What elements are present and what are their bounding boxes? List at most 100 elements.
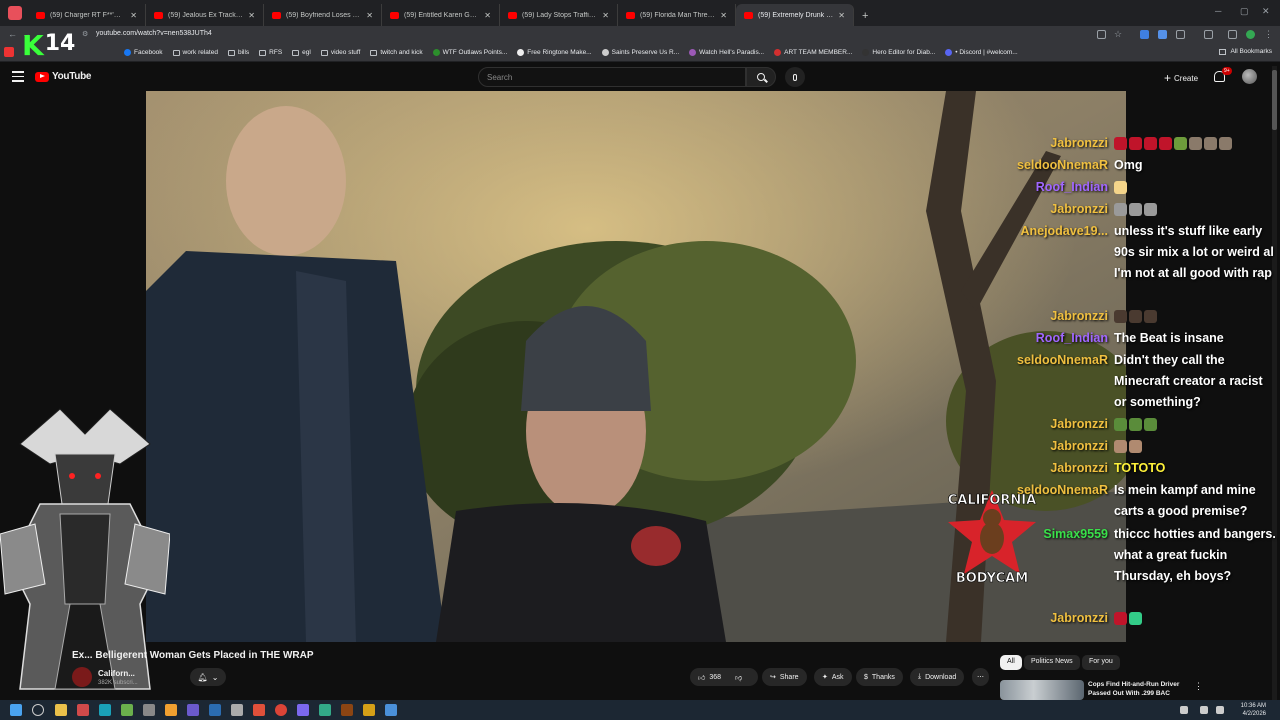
all-bookmarks-button[interactable]: All Bookmarks xyxy=(1219,48,1272,55)
bookmark-item[interactable]: • Discord | #welcom... xyxy=(945,49,1018,56)
search-button[interactable] xyxy=(746,67,776,87)
browser-menu-icon[interactable] xyxy=(8,6,22,20)
site-info-icon[interactable]: ⚙ xyxy=(82,30,88,38)
like-count[interactable]: 368 xyxy=(709,674,721,681)
browser-tab[interactable]: (59) Entitled Karen Goes Ballis ✕ xyxy=(382,4,500,26)
youtube-logo[interactable]: YouTube xyxy=(35,71,92,82)
close-tab-icon[interactable]: ✕ xyxy=(484,11,491,20)
browser-tab[interactable]: (59) Jealous Ex Tracks His Loca ✕ xyxy=(146,4,264,26)
bookmark-item[interactable]: Saints Preserve Us R... xyxy=(601,49,679,56)
new-tab-button[interactable]: + xyxy=(854,10,874,26)
install-app-icon[interactable] xyxy=(1097,30,1106,39)
url-field[interactable]: youtube.com/watch?v=nen538JUTh4 xyxy=(96,30,212,37)
system-clock[interactable]: 10:36 AM 4/2/2026 xyxy=(1241,702,1266,718)
chip-politics-news[interactable]: Politics News xyxy=(1024,655,1080,670)
close-tab-icon[interactable]: ✕ xyxy=(602,11,609,20)
extension-icon[interactable] xyxy=(1140,30,1149,39)
app-icon[interactable] xyxy=(341,704,353,716)
bookmark-star-icon[interactable]: ☆ xyxy=(1114,29,1122,40)
bookmark-item[interactable]: bills xyxy=(227,49,249,56)
close-tab-icon[interactable]: ✕ xyxy=(720,11,727,20)
voice-search-button[interactable] xyxy=(785,67,805,87)
volume-icon[interactable] xyxy=(1216,706,1224,714)
close-window-icon[interactable]: ✕ xyxy=(1262,6,1270,17)
dislike-icon[interactable]: 👎︎ xyxy=(735,673,742,682)
app-icon[interactable] xyxy=(385,704,397,716)
file-explorer-icon[interactable] xyxy=(55,704,67,716)
youtube-favicon-icon xyxy=(744,11,753,19)
search-taskbar-icon[interactable] xyxy=(32,704,44,716)
thanks-button[interactable]: $ Thanks xyxy=(856,668,903,686)
channel-avatar[interactable] xyxy=(72,667,92,687)
recommended-video-title[interactable]: Cops Find Hit-and-Run Driver Passed Out … xyxy=(1088,680,1198,698)
browser-tab[interactable]: (59) Lady Stops Traffic to Help ✕ xyxy=(500,4,618,26)
more-actions-button[interactable]: ⋯ xyxy=(972,668,989,686)
bookmark-label: Free Ringtone Make... xyxy=(527,49,592,56)
browser-tab[interactable]: (59) Florida Man Threatens Offi ✕ xyxy=(618,4,736,26)
bookmark-item[interactable]: ART TEAM MEMBER... xyxy=(774,49,852,56)
side-panel-icon[interactable] xyxy=(1228,30,1237,39)
app-icon[interactable] xyxy=(143,704,155,716)
app-icon[interactable] xyxy=(77,704,89,716)
back-icon[interactable]: ← xyxy=(8,29,17,39)
extensions-puzzle-icon[interactable] xyxy=(1176,30,1185,39)
download-button[interactable]: ⤓ Download xyxy=(910,668,965,686)
app-icon[interactable] xyxy=(99,704,111,716)
chrome-icon[interactable] xyxy=(275,704,287,716)
app-icon[interactable] xyxy=(187,704,199,716)
bookmark-item[interactable]: egl xyxy=(292,49,311,56)
app-icon[interactable] xyxy=(209,704,221,716)
app-icon[interactable] xyxy=(297,704,309,716)
app-icon[interactable] xyxy=(319,704,331,716)
browser-tab[interactable]: (59) Extremely Drunk and Bellig ✕ xyxy=(736,4,854,26)
minimize-icon[interactable]: ─ xyxy=(1215,6,1221,16)
app-icon[interactable] xyxy=(363,704,375,716)
close-tab-icon[interactable]: ✕ xyxy=(838,11,845,20)
bookmark-item[interactable]: work related xyxy=(172,49,218,56)
bookmark-item[interactable]: WTF Outlaws Points... xyxy=(432,49,507,56)
bookmark-item[interactable]: Watch Hell's Paradis... xyxy=(689,49,764,56)
bookmark-item[interactable]: Hero Editor for Diab... xyxy=(862,49,935,56)
recommended-more-icon[interactable]: ⋮ xyxy=(1194,681,1203,692)
bookmark-item[interactable]: Free Ringtone Make... xyxy=(517,49,592,56)
downloads-icon[interactable] xyxy=(1204,30,1213,39)
app-icon[interactable] xyxy=(231,704,243,716)
account-avatar[interactable] xyxy=(1242,69,1257,84)
more-icon: ⋯ xyxy=(977,674,984,681)
start-icon[interactable] xyxy=(10,704,22,716)
profile-icon[interactable] xyxy=(1246,30,1255,39)
bookmark-item[interactable]: twitch and kick xyxy=(370,49,423,56)
chat-message: Roof_Indian The Beat is insane xyxy=(980,329,1274,351)
page-scrollbar-thumb[interactable] xyxy=(1272,70,1277,130)
chip-all[interactable]: All xyxy=(1000,655,1022,670)
tray-chevron-icon[interactable] xyxy=(1180,706,1188,714)
browser-tab[interactable]: (59) Charger RT F**'S UP Calif ✕ xyxy=(28,4,146,26)
bookmark-item[interactable]: video stuff xyxy=(320,49,360,56)
ask-button[interactable]: ✦ Ask xyxy=(814,668,852,686)
close-tab-icon[interactable]: ✕ xyxy=(248,11,255,20)
search-input[interactable]: Search xyxy=(478,67,746,87)
share-button[interactable]: ↪ Share xyxy=(762,668,807,686)
extension-icon[interactable] xyxy=(1158,30,1167,39)
maximize-icon[interactable]: ▢ xyxy=(1240,6,1249,17)
like-icon[interactable]: 👍︎ xyxy=(698,673,705,682)
bookmark-favicon-icon xyxy=(432,49,440,56)
close-tab-icon[interactable]: ✕ xyxy=(366,11,373,20)
menu-icon[interactable] xyxy=(12,71,24,85)
browser-tab[interactable]: (59) Boyfriend Loses It After He ✕ xyxy=(264,4,382,26)
channel-name[interactable]: Californ... xyxy=(98,669,135,678)
network-icon[interactable] xyxy=(1200,706,1208,714)
browser-kebab-icon[interactable]: ⋮ xyxy=(1264,29,1273,40)
close-tab-icon[interactable]: ✕ xyxy=(130,11,137,20)
bookmark-item[interactable]: RFS xyxy=(259,49,282,56)
app-icon[interactable] xyxy=(121,704,133,716)
app-icon[interactable] xyxy=(165,704,177,716)
youtube-favicon-icon xyxy=(626,11,635,19)
notification-count-badge: 9+ xyxy=(1222,67,1232,75)
create-button[interactable]: + Create xyxy=(1158,70,1204,86)
firefox-icon[interactable] xyxy=(253,704,265,716)
subscription-bell-button[interactable]: 🔔︎ ⌄ xyxy=(190,668,226,686)
recommended-video-thumbnail[interactable] xyxy=(1000,680,1084,700)
chip-for-you[interactable]: For you xyxy=(1082,655,1120,670)
bookmark-item[interactable]: Facebook xyxy=(124,49,163,56)
